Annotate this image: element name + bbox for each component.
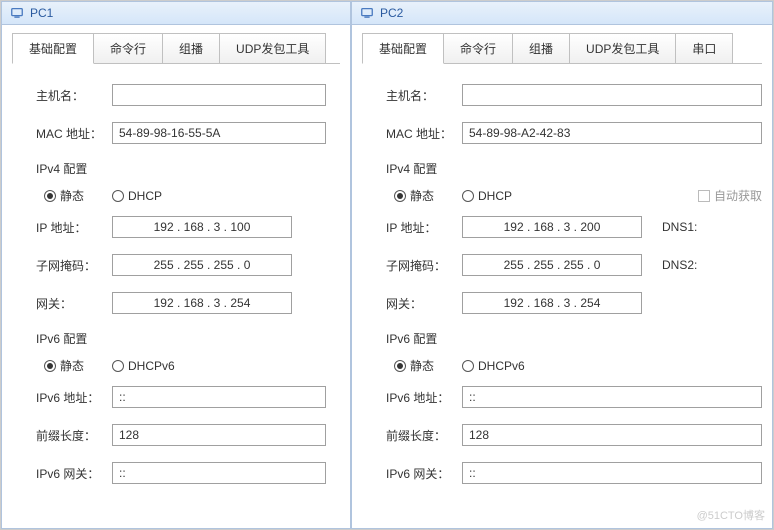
ipv6-section-title: IPv6 配置 xyxy=(386,330,762,347)
pc1-panel: PC1 基础配置 命令行 组播 UDP发包工具 主机名： MAC 地址： 54-… xyxy=(1,1,351,529)
computer-icon xyxy=(360,6,374,20)
mask-label: 子网掩码： xyxy=(36,257,112,274)
hostname-input[interactable] xyxy=(112,84,326,106)
ipv6-static-radio[interactable]: 静态 xyxy=(44,357,84,374)
pc1-content: 基础配置 命令行 组播 UDP发包工具 主机名： MAC 地址： 54-89-9… xyxy=(2,25,350,528)
hostname-label: 主机名： xyxy=(386,87,462,104)
ipv6-static-label: 静态 xyxy=(410,357,434,374)
ipv6-ip-label: IPv6 地址： xyxy=(36,389,112,406)
pc2-tabs: 基础配置 命令行 组播 UDP发包工具 串口 xyxy=(362,33,762,64)
ipv4-static-radio[interactable]: 静态 xyxy=(394,187,434,204)
ipv6-section-title: IPv6 配置 xyxy=(36,330,326,347)
ipv6-prefix-input[interactable]: 128 xyxy=(462,424,762,446)
mask-input[interactable]: 255 . 255 . 255 . 0 xyxy=(112,254,292,276)
ipv4-dhcp-radio[interactable]: DHCP xyxy=(112,189,162,203)
pc1-tabs: 基础配置 命令行 组播 UDP发包工具 xyxy=(12,33,340,64)
ipv6-static-radio[interactable]: 静态 xyxy=(394,357,434,374)
pc2-panel: PC2 基础配置 命令行 组播 UDP发包工具 串口 主机名： MAC 地址： … xyxy=(351,1,773,529)
ipv4-dhcp-label: DHCP xyxy=(128,189,162,203)
tab-udp-tool[interactable]: UDP发包工具 xyxy=(569,33,676,63)
ipv6-static-label: 静态 xyxy=(60,357,84,374)
gateway-input[interactable]: 192 . 168 . 3 . 254 xyxy=(112,292,292,314)
auto-dns-label: 自动获取 xyxy=(714,187,762,204)
pc2-title-bar: PC2 xyxy=(352,2,772,25)
pc1-form: 主机名： MAC 地址： 54-89-98-16-55-5A IPv4 配置 静… xyxy=(12,84,340,484)
ipv4-static-label: 静态 xyxy=(410,187,434,204)
gateway-label: 网关： xyxy=(36,295,112,312)
gateway-label: 网关： xyxy=(386,295,462,312)
ipv6-gw-input[interactable]: :: xyxy=(462,462,762,484)
ipv4-dhcp-radio[interactable]: DHCP xyxy=(462,189,512,203)
tab-multicast[interactable]: 组播 xyxy=(162,33,220,63)
ipv6-prefix-input[interactable]: 128 xyxy=(112,424,326,446)
ipv6-dhcp-radio[interactable]: DHCPv6 xyxy=(112,359,175,373)
pc2-content: 基础配置 命令行 组播 UDP发包工具 串口 主机名： MAC 地址： 54-8… xyxy=(352,25,772,528)
ipv6-ip-label: IPv6 地址： xyxy=(386,389,462,406)
mask-label: 子网掩码： xyxy=(386,257,462,274)
ipv4-section-title: IPv4 配置 xyxy=(36,160,326,177)
ipv6-prefix-label: 前缀长度： xyxy=(36,427,112,444)
gateway-input[interactable]: 192 . 168 . 3 . 254 xyxy=(462,292,642,314)
ipv6-prefix-label: 前缀长度： xyxy=(386,427,462,444)
ipv4-dhcp-label: DHCP xyxy=(478,189,512,203)
tab-basic-config[interactable]: 基础配置 xyxy=(362,33,444,64)
dns1-label: DNS1: xyxy=(662,220,702,234)
mac-label: MAC 地址： xyxy=(36,125,112,142)
mask-input[interactable]: 255 . 255 . 255 . 0 xyxy=(462,254,642,276)
ipv6-ip-input[interactable]: :: xyxy=(112,386,326,408)
tab-basic-config[interactable]: 基础配置 xyxy=(12,33,94,64)
ipv6-dhcp-radio[interactable]: DHCPv6 xyxy=(462,359,525,373)
ipv4-section-title: IPv4 配置 xyxy=(386,160,762,177)
ip-input[interactable]: 192 . 168 . 3 . 100 xyxy=(112,216,292,238)
ip-label: IP 地址： xyxy=(36,219,112,236)
tab-serial[interactable]: 串口 xyxy=(675,33,733,63)
ipv4-static-radio[interactable]: 静态 xyxy=(44,187,84,204)
ipv6-ip-input[interactable]: :: xyxy=(462,386,762,408)
ip-input[interactable]: 192 . 168 . 3 . 200 xyxy=(462,216,642,238)
pc2-form: 主机名： MAC 地址： 54-89-98-A2-42-83 IPv4 配置 静… xyxy=(362,84,762,484)
ipv6-dhcp-label: DHCPv6 xyxy=(128,359,175,373)
pc1-title: PC1 xyxy=(30,6,53,20)
ipv6-gw-input[interactable]: :: xyxy=(112,462,326,484)
ipv6-gw-label: IPv6 网关： xyxy=(36,465,112,482)
ip-label: IP 地址： xyxy=(386,219,462,236)
tab-cli[interactable]: 命令行 xyxy=(93,33,163,63)
ipv6-gw-label: IPv6 网关： xyxy=(386,465,462,482)
pc2-title: PC2 xyxy=(380,6,403,20)
computer-icon xyxy=(10,6,24,20)
ipv4-static-label: 静态 xyxy=(60,187,84,204)
tab-cli[interactable]: 命令行 xyxy=(443,33,513,63)
mac-label: MAC 地址： xyxy=(386,125,462,142)
tab-udp-tool[interactable]: UDP发包工具 xyxy=(219,33,326,63)
tab-multicast[interactable]: 组播 xyxy=(512,33,570,63)
mac-input[interactable]: 54-89-98-A2-42-83 xyxy=(462,122,762,144)
pc1-title-bar: PC1 xyxy=(2,2,350,25)
dns2-label: DNS2: xyxy=(662,258,702,272)
hostname-label: 主机名： xyxy=(36,87,112,104)
auto-dns-checkbox[interactable]: 自动获取 xyxy=(698,187,762,204)
hostname-input[interactable] xyxy=(462,84,762,106)
ipv6-dhcp-label: DHCPv6 xyxy=(478,359,525,373)
mac-input[interactable]: 54-89-98-16-55-5A xyxy=(112,122,326,144)
